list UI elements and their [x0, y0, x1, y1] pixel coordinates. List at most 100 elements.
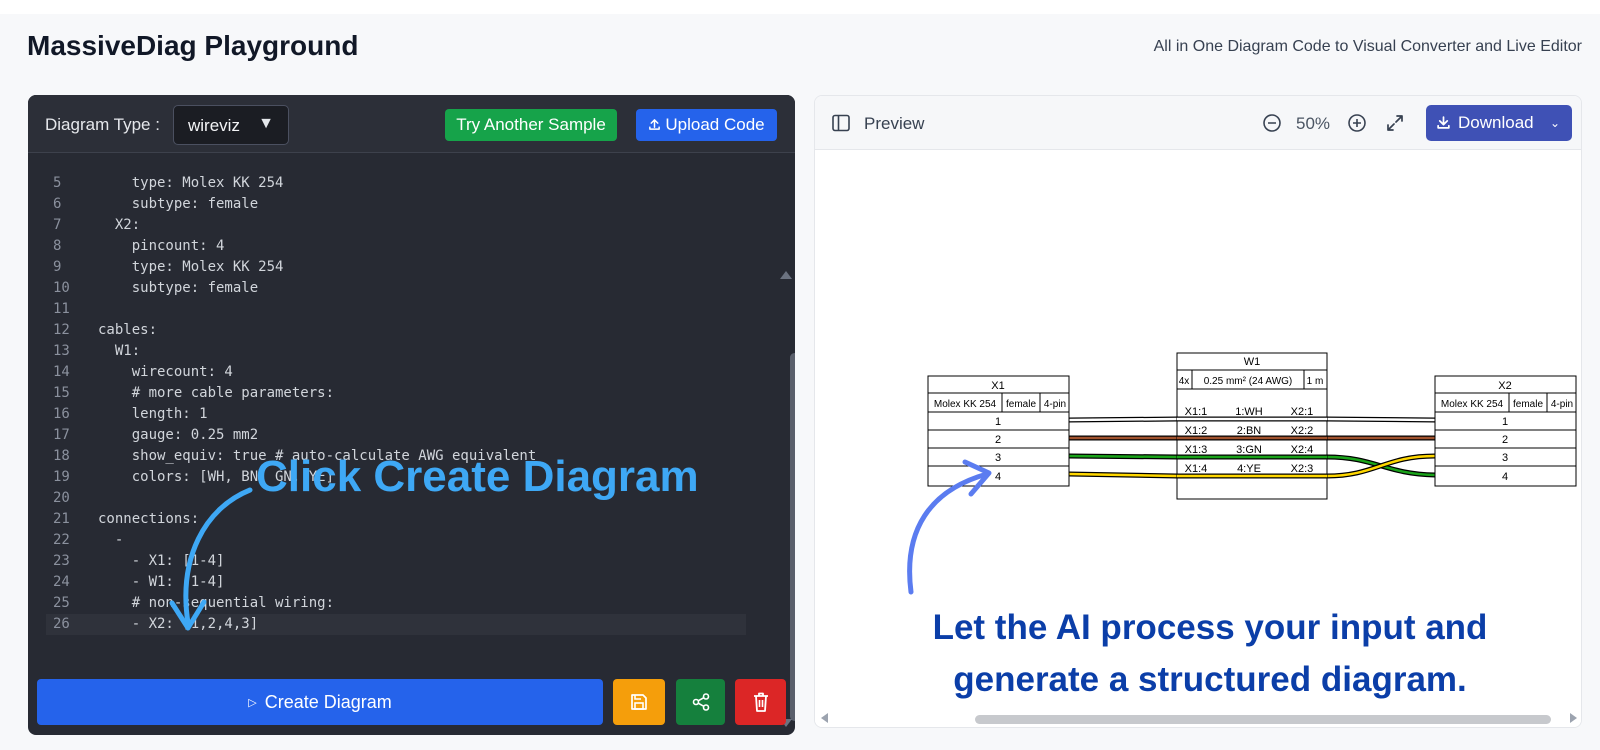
line-number: 18: [53, 448, 70, 464]
share-button[interactable]: [676, 679, 725, 725]
code-line[interactable]: 25 # non-sequential wiring:: [46, 593, 746, 614]
diagram-type-value: wireviz: [188, 116, 240, 135]
app-subtitle: All in One Diagram Code to Visual Conver…: [1153, 38, 1582, 55]
line-number: 26: [53, 616, 70, 632]
create-diagram-label: Create Diagram: [264, 692, 392, 712]
code-line[interactable]: 12 cables:: [46, 320, 746, 341]
caret-down-icon: ▼: [258, 115, 274, 132]
code-text: # more cable parameters:: [98, 385, 335, 401]
w1-name: W1: [1244, 356, 1261, 368]
line-number: 6: [53, 196, 62, 212]
code-text: cables:: [98, 322, 158, 338]
scroll-right-arrow[interactable]: [1570, 713, 1577, 723]
connector-x2: [1434, 375, 1577, 487]
code-line[interactable]: 14 wirecount: 4: [46, 362, 746, 383]
zoom-level: 50%: [1296, 114, 1331, 133]
line-number: 10: [53, 280, 70, 296]
code-text: wirecount: 4: [98, 364, 233, 380]
zoom-in-icon[interactable]: [1347, 113, 1367, 133]
code-line[interactable]: 15 # more cable parameters:: [46, 383, 746, 404]
code-line[interactable]: 17 gauge: 0.25 mm2: [46, 425, 746, 446]
code-line[interactable]: 26 - X2: [1,2,4,3]: [46, 614, 746, 635]
code-line[interactable]: 5 type: Molex KK 254: [46, 173, 746, 194]
hint-arrow-down-icon: [169, 487, 253, 631]
code-line[interactable]: 8 pincount: 4: [46, 236, 746, 257]
line-number: 25: [53, 595, 70, 611]
x2-pin-4: 4: [1502, 471, 1508, 483]
x2-subtype: female: [1513, 399, 1543, 410]
x2-pin-2: 2: [1502, 434, 1508, 446]
w1-row-4-wire: 4:YE: [1237, 463, 1261, 475]
preview-toolbar: Preview 50% Download ⌄: [815, 96, 1581, 150]
preview-scrollbar-thumb[interactable]: [975, 715, 1551, 724]
preview-panel: Preview 50% Download ⌄ X1 Molex KK 254 f…: [814, 95, 1582, 728]
code-text: X2:: [98, 217, 141, 233]
w1-row-2-to: X2:2: [1291, 425, 1314, 437]
x1-name: X1: [991, 380, 1004, 392]
scroll-up-arrow[interactable]: [780, 271, 792, 279]
code-text: pincount: 4: [98, 238, 225, 254]
preview-horizontal-scrollbar[interactable]: [815, 707, 1581, 727]
code-line[interactable]: 7 X2:: [46, 215, 746, 236]
x1-pin-4: 4: [995, 471, 1001, 483]
code-line[interactable]: 21 connections:: [46, 509, 746, 530]
save-button[interactable]: [613, 679, 665, 725]
line-number: 13: [53, 343, 70, 359]
code-line[interactable]: 6 subtype: female: [46, 194, 746, 215]
line-number: 23: [53, 553, 70, 569]
w1-row-2-from: X1:2: [1185, 425, 1208, 437]
w1-row-1-to: X2:1: [1291, 406, 1314, 418]
code-line[interactable]: 22 -: [46, 530, 746, 551]
diagram-type-label: Diagram Type :: [45, 115, 160, 134]
x1-pin-3: 3: [995, 452, 1001, 464]
try-another-sample-button[interactable]: Try Another Sample: [445, 109, 617, 141]
trash-icon: [753, 692, 768, 712]
code-text: W1:: [98, 343, 141, 359]
download-icon: [1437, 116, 1450, 129]
download-button[interactable]: Download ⌄: [1426, 105, 1572, 141]
line-number: 17: [53, 427, 70, 443]
code-text: gauge: 0.25 mm2: [98, 427, 259, 443]
delete-button[interactable]: [735, 679, 786, 725]
line-number: 21: [53, 511, 70, 527]
zoom-out-icon[interactable]: [1262, 113, 1282, 133]
code-line[interactable]: 13 W1:: [46, 341, 746, 362]
code-line[interactable]: 9 type: Molex KK 254: [46, 257, 746, 278]
x1-type: Molex KK 254: [934, 399, 997, 410]
code-line[interactable]: 24 - W1: [1-4]: [46, 572, 746, 593]
w1-row-3-to: X2:4: [1291, 444, 1314, 456]
code-line[interactable]: 16 length: 1: [46, 404, 746, 425]
line-number: 7: [53, 217, 62, 233]
x1-pin-2: 2: [995, 434, 1001, 446]
diagram-type-select[interactable]: wireviz ▼: [173, 105, 289, 145]
play-icon: ▷: [248, 697, 257, 709]
line-number: 9: [53, 259, 62, 275]
code-line[interactable]: 11: [46, 299, 746, 320]
w1-row-4-to: X2:3: [1291, 463, 1314, 475]
preview-label: Preview: [864, 114, 925, 133]
editor-scrollbar-thumb[interactable]: [790, 353, 795, 721]
w1-row-4-from: X1:4: [1185, 463, 1208, 475]
sidebar-toggle-icon[interactable]: [831, 113, 851, 133]
code-line[interactable]: 23 - X1: [1-4]: [46, 551, 746, 572]
download-label: Download: [1458, 113, 1534, 132]
create-diagram-button[interactable]: ▷ Create Diagram: [37, 679, 603, 725]
fullscreen-icon[interactable]: [1385, 113, 1405, 133]
share-icon: [692, 693, 709, 711]
code-editor-panel: Diagram Type : wireviz ▼ Try Another Sam…: [28, 95, 795, 735]
code-line[interactable]: 10 subtype: female: [46, 278, 746, 299]
upload-code-button[interactable]: Upload Code: [636, 109, 777, 141]
w1-row-1-from: X1:1: [1185, 406, 1208, 418]
hint-click-create-diagram: Click Create Diagram: [256, 452, 699, 501]
code-text: type: Molex KK 254: [98, 175, 284, 191]
line-number: 12: [53, 322, 70, 338]
code-text: subtype: female: [98, 196, 259, 212]
x1-subtype: female: [1006, 399, 1036, 410]
w1-row-2-wire: 2:BN: [1237, 425, 1262, 437]
x2-pin-count: 4-pin: [1551, 399, 1573, 410]
line-number: 5: [53, 175, 62, 191]
line-number: 14: [53, 364, 70, 380]
line-number: 24: [53, 574, 70, 590]
upload-icon: [649, 119, 661, 130]
scroll-left-arrow[interactable]: [821, 713, 828, 723]
